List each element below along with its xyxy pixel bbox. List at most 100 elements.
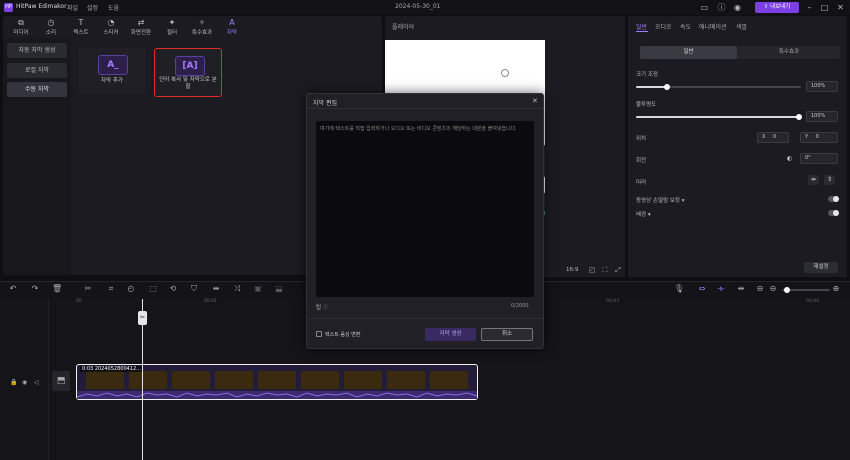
freeze-icon[interactable]: ▣ xyxy=(253,284,263,294)
delete-icon[interactable]: 🗑 xyxy=(52,284,62,294)
segment-effects[interactable]: 특수효과 xyxy=(740,46,838,59)
card-add-subtitle-label: 자막 추가 xyxy=(101,78,123,84)
split-icon[interactable]: ✂ xyxy=(83,284,93,294)
tab-animation[interactable]: 애니메이션 xyxy=(699,22,727,31)
track-header-divider xyxy=(48,299,49,460)
effects-icon: ✧ xyxy=(198,18,206,27)
scale-slider-fill xyxy=(636,86,666,88)
chat-icon[interactable]: ▭ xyxy=(700,3,709,12)
close-icon[interactable]: ✕ xyxy=(836,3,845,12)
undo-icon[interactable]: ↶ xyxy=(8,284,18,294)
split-track-icon[interactable]: ⇹ xyxy=(736,284,746,294)
nav-manual-subtitle[interactable]: 수동 자막 xyxy=(7,82,67,97)
position-x-field[interactable]: X 0 xyxy=(757,132,789,143)
info-icon[interactable]: ⓘ xyxy=(717,3,726,12)
zoom-in-icon[interactable]: ⊕ xyxy=(831,284,841,294)
track-visibility-icon[interactable]: ◉ xyxy=(22,379,27,386)
tab-color[interactable]: 색깔 xyxy=(736,22,747,31)
tab-audio[interactable]: 오디오 xyxy=(655,22,672,31)
stabilize-toggle[interactable] xyxy=(828,196,839,202)
snap-icon[interactable]: ⟛ xyxy=(716,284,726,294)
clip-frame xyxy=(301,371,339,389)
speed-icon[interactable]: ◴ xyxy=(126,284,136,294)
shield-icon[interactable]: ⛉ xyxy=(189,284,199,294)
position-y-value: 0 xyxy=(815,134,819,140)
dialog-divider xyxy=(306,318,544,319)
scale-slider-knob[interactable] xyxy=(664,84,670,90)
tool-sticker[interactable]: ◔ 스티커 xyxy=(99,18,123,36)
generate-subtitle-button[interactable]: 자막 생성 xyxy=(425,328,476,341)
tool-transition[interactable]: ⇄ 화면전환 xyxy=(129,18,153,36)
nav-local-subtitle[interactable]: 로컬 자막 xyxy=(7,63,67,78)
menu-settings[interactable]: 설정 xyxy=(87,3,98,12)
document-title: 2024-05-30_01 xyxy=(395,3,441,10)
aspect-ratio-select[interactable]: 16:9 xyxy=(566,267,578,273)
link-icon[interactable]: ⇔ xyxy=(697,284,707,294)
menu-file[interactable]: 파일 xyxy=(67,3,78,12)
tool-text[interactable]: T 텍스트 xyxy=(69,18,93,36)
tool-effects[interactable]: ✧ 특수효과 xyxy=(190,18,214,36)
card-split-subtitle[interactable]: [A] 단어 복사 및 자막으로 분할 xyxy=(154,48,222,97)
tick-1: 00:01 xyxy=(204,299,217,304)
clip-frame xyxy=(387,371,425,389)
account-icon[interactable]: ◉ xyxy=(733,3,742,12)
tab-speed[interactable]: 속도 xyxy=(680,22,691,31)
maximize-icon[interactable]: □ xyxy=(820,3,829,12)
redo-icon[interactable]: ↷ xyxy=(30,284,40,294)
rotate-dial-icon[interactable]: ◐ xyxy=(787,155,792,162)
zoom-slider-knob[interactable] xyxy=(784,287,790,293)
snapshot-icon[interactable]: ◰ xyxy=(587,265,597,275)
opacity-slider-knob[interactable] xyxy=(796,114,802,120)
position-y-label: Y xyxy=(805,134,809,140)
microphone-icon[interactable]: 🎙 xyxy=(674,284,684,294)
dialog-divider xyxy=(306,108,544,109)
position-y-field[interactable]: Y 0 xyxy=(800,132,838,143)
background-toggle[interactable] xyxy=(828,210,839,216)
rotate-clip-icon[interactable]: ⟲ xyxy=(168,284,178,294)
export-clip-icon[interactable]: ⬓ xyxy=(274,284,284,294)
tool-media[interactable]: ⧉ 미디어 xyxy=(9,18,33,36)
mirror-clip-icon[interactable]: ⇹ xyxy=(211,284,221,294)
tab-general[interactable]: 일반 xyxy=(636,22,647,31)
nav-auto-subtitle[interactable]: 자동 자막 생성 xyxy=(7,43,67,58)
tip-label: 팁 ⓘ xyxy=(316,305,329,311)
rotate-value[interactable]: 0° xyxy=(800,153,838,164)
crop-clip-icon[interactable]: ⌗ xyxy=(106,284,116,294)
crop-icon[interactable]: ⛶ xyxy=(600,265,610,275)
player-scrub-handle[interactable] xyxy=(501,69,509,77)
split-subtitle-icon: [A] xyxy=(175,56,205,76)
zoom-out-icon[interactable]: ⊖ xyxy=(768,284,778,294)
dialog-close-icon[interactable]: ✕ xyxy=(532,97,538,105)
clip-frame xyxy=(215,371,253,389)
tool-filter[interactable]: ✦ 필터 xyxy=(160,18,184,36)
mirror-vertical-icon[interactable]: ⇕ xyxy=(824,175,835,185)
frame-icon[interactable]: ⬚ xyxy=(148,284,158,294)
fit-timeline-icon[interactable]: ⊖ xyxy=(755,284,765,294)
mirror-horizontal-icon[interactable]: ⇹ xyxy=(808,175,819,185)
playhead-scissor-icon[interactable]: ✂ xyxy=(138,311,147,325)
card-add-subtitle[interactable]: A_ 자막 추가 xyxy=(78,48,146,94)
tool-subtitle[interactable]: A 자막 xyxy=(220,18,244,36)
track-lock-icon[interactable]: 🔒 xyxy=(10,379,17,386)
fullscreen-icon[interactable]: ⤢ xyxy=(613,265,623,275)
scale-value[interactable]: 100% xyxy=(806,81,838,92)
tool-audio[interactable]: ◷ 소리 xyxy=(39,18,63,36)
cancel-button[interactable]: 취소 xyxy=(481,328,533,341)
clip-label: 0:03 2024052800412... xyxy=(80,366,143,372)
clip-cover-icon[interactable]: ⬒ xyxy=(52,371,70,391)
subtitle-text-input[interactable] xyxy=(316,121,534,297)
transform-icon[interactable]: ⤨ xyxy=(232,284,242,294)
menu-help[interactable]: 도움 xyxy=(108,3,119,12)
text-to-speech-checkbox[interactable] xyxy=(316,331,322,337)
reset-button[interactable]: 재설정 xyxy=(804,262,838,273)
player-label: 플레이어 xyxy=(392,24,415,31)
segment-normal[interactable]: 일반 xyxy=(640,46,737,59)
card-split-subtitle-label: 단어 복사 및 자막으로 분할 xyxy=(159,77,217,90)
export-button[interactable]: ⇧ 내보내기 xyxy=(755,2,799,13)
character-count: 0/2000 xyxy=(511,303,529,309)
minimize-icon[interactable]: – xyxy=(805,3,814,12)
audio-icon: ◷ xyxy=(47,18,55,27)
track-audio-icon[interactable]: ◁ xyxy=(34,379,39,386)
audio-waveform xyxy=(77,391,477,399)
opacity-value[interactable]: 100% xyxy=(806,111,838,122)
